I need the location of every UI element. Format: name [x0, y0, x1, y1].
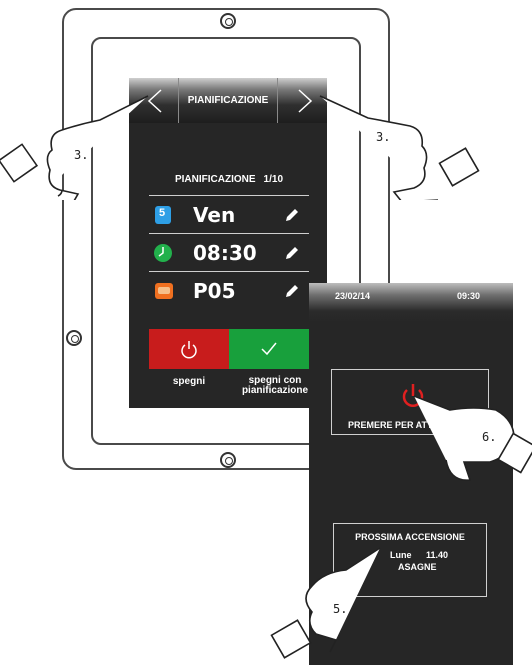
date-display: 23/02/14 [335, 291, 371, 301]
time-value: 08:30 [193, 241, 257, 265]
next-ignition-time: 11.40 [426, 550, 449, 560]
turn-off-schedule-label: spegni con pianificazione [229, 376, 321, 396]
screw-top-icon [220, 13, 236, 29]
step-label: 6. [482, 430, 497, 444]
screw-bottom-icon [220, 452, 236, 468]
next-ignition-program: ASAGNE [398, 562, 437, 572]
calendar-day-icon: 5 [155, 206, 171, 224]
pointing-hand-icon [413, 395, 532, 481]
screen-header: PIANIFICAZIONE [129, 78, 327, 123]
schedule-card: PIANIFICAZIONE 1/10 5 Ven 08:30 P05 [149, 163, 309, 323]
turn-off-with-schedule-button[interactable] [229, 329, 309, 369]
card-title: PIANIFICAZIONE 1/10 [149, 163, 309, 195]
schedule-screen: PIANIFICAZIONE PIANIFICAZIONE 1/10 5 Ven… [129, 78, 327, 408]
turn-off-button[interactable] [149, 329, 229, 369]
pencil-icon[interactable] [283, 244, 301, 262]
step-label: 3. [74, 148, 89, 162]
checkmark-icon [261, 342, 277, 356]
page-title: PIANIFICAZIONE [187, 95, 269, 106]
program-value: P05 [193, 279, 236, 303]
pencil-icon[interactable] [283, 206, 301, 224]
next-arrow-button[interactable] [291, 86, 319, 121]
card-title-text: PIANIFICAZIONE [174, 173, 256, 185]
list-item-program[interactable]: P05 [149, 271, 309, 310]
list-item-time[interactable]: 08:30 [149, 233, 309, 272]
time-display: 09:30 [457, 291, 481, 301]
program-icon [155, 283, 173, 299]
pointing-hand-icon [0, 95, 149, 200]
power-icon [181, 341, 197, 359]
chevron-right-icon [298, 89, 313, 113]
screw-left-icon [66, 330, 82, 346]
header-divider [277, 78, 278, 123]
card-page-counter: 1/10 [263, 173, 284, 185]
turn-off-label: spegni [172, 376, 206, 387]
list-item-day[interactable]: 5 Ven [149, 195, 309, 234]
clock-icon [154, 244, 172, 262]
day-value: Ven [193, 203, 236, 227]
turn-off-schedule-label-line2: pianificazione [241, 385, 309, 396]
step-label: 5. [333, 602, 348, 616]
status-bar: 23/02/14 09:30 [309, 283, 513, 323]
pencil-icon[interactable] [283, 282, 301, 300]
step-label: 3. [376, 130, 391, 144]
pointing-hand-icon [319, 95, 480, 200]
